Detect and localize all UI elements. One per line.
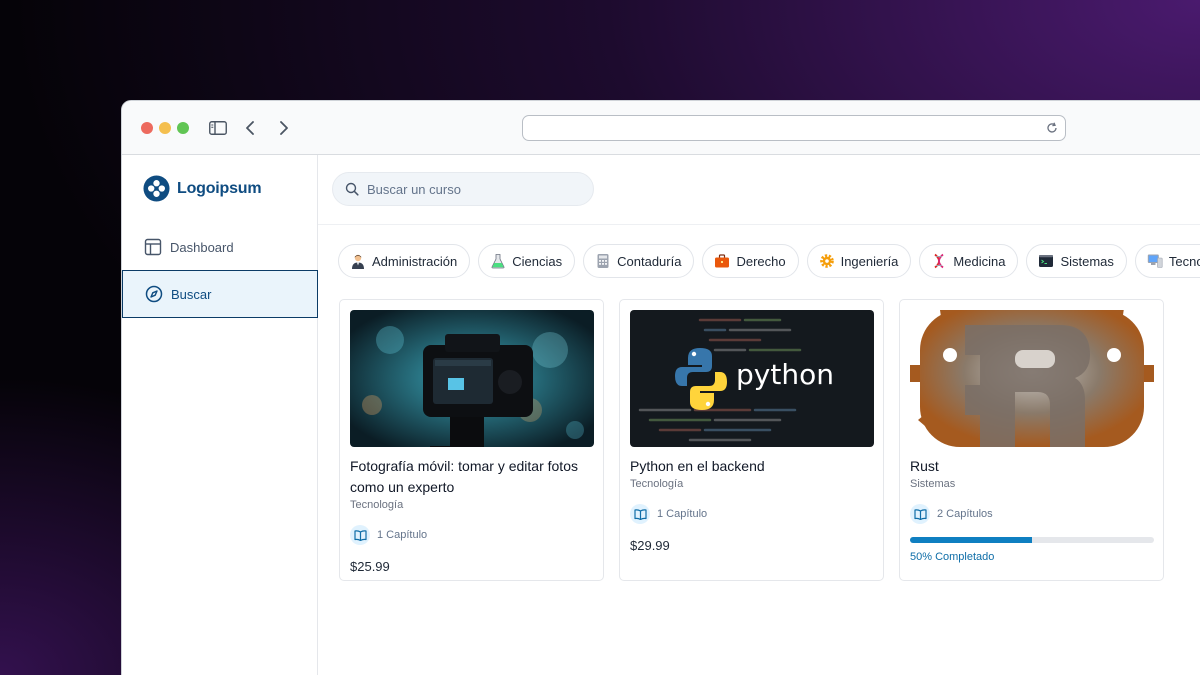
search-input[interactable] <box>367 181 567 197</box>
course-category: Tecnología <box>630 478 684 490</box>
computer-icon <box>1147 254 1163 268</box>
sidebar-item-label: Dashboard <box>170 239 234 255</box>
forward-arrow-icon[interactable] <box>274 118 294 138</box>
course-category: Sistemas <box>910 478 956 490</box>
category-label: Contaduría <box>617 253 682 269</box>
course-progress-fill <box>910 537 1032 543</box>
category-label: Administración <box>372 253 458 269</box>
course-grid: Fotografía móvil: tomar y editar fotos c… <box>339 299 1164 581</box>
course-card[interactable]: python Python en el backend Tecnología 1… <box>619 299 884 581</box>
book-icon <box>910 504 930 524</box>
gear-icon <box>819 254 834 268</box>
search-box[interactable] <box>332 172 594 206</box>
sidebar-item-dashboard[interactable]: Dashboard <box>122 223 318 271</box>
category-chip-medicina[interactable]: Medicina <box>919 244 1019 278</box>
maximize-window-button[interactable] <box>177 122 189 134</box>
category-label: Derecho <box>736 253 786 269</box>
course-title[interactable]: Python en el backend <box>630 456 873 477</box>
course-price: $25.99 <box>350 559 390 574</box>
chapters-count: 2 Capítulos <box>937 508 993 520</box>
flask-icon <box>491 254 505 269</box>
course-thumbnail-python: python <box>630 310 874 447</box>
category-chip-administracion[interactable]: Administración <box>338 244 471 278</box>
chapters-count: 1 Capítulo <box>377 529 428 541</box>
course-card[interactable]: Fotografía móvil: tomar y editar fotos c… <box>339 299 604 581</box>
brand-name: Logoipsum <box>177 179 262 197</box>
book-icon <box>350 525 370 545</box>
chapters-count: 1 Capítulo <box>657 508 708 520</box>
course-title[interactable]: Rust <box>910 456 1153 477</box>
sidebar: Logoipsum Dashboard Buscar <box>122 155 318 675</box>
category-label: Ingeniería <box>840 253 899 269</box>
category-chip-ciencias[interactable]: Ciencias <box>478 244 576 278</box>
course-price: $29.99 <box>630 538 670 553</box>
course-progress-bar <box>910 537 1154 543</box>
sidebar-toggle-icon[interactable] <box>208 118 228 138</box>
logo[interactable]: Logoipsum <box>143 175 262 202</box>
category-label: Ciencias <box>512 253 563 269</box>
browser-window: Logoipsum Dashboard Buscar A <box>121 100 1200 675</box>
briefcase-icon <box>715 254 730 268</box>
compass-icon <box>145 285 163 303</box>
python-logo-text: python <box>736 358 834 391</box>
minimize-window-button[interactable] <box>159 122 171 134</box>
category-chip-sistemas[interactable]: Sistemas <box>1026 244 1127 278</box>
course-card[interactable]: Rust Sistemas 2 Capítulos 50% Completado <box>899 299 1164 581</box>
category-label: Medicina <box>953 253 1006 269</box>
logo-icon <box>143 175 170 202</box>
course-chapters: 2 Capítulos <box>910 504 1153 524</box>
reload-icon[interactable] <box>1045 121 1059 135</box>
sidebar-item-buscar[interactable]: Buscar <box>122 270 318 318</box>
course-chapters: 1 Capítulo <box>350 525 593 545</box>
top-bar <box>318 155 1200 225</box>
layout-icon <box>144 238 162 256</box>
course-thumbnail-camera <box>350 310 594 447</box>
book-icon <box>630 504 650 524</box>
course-title[interactable]: Fotografía móvil: tomar y editar fotos c… <box>350 456 593 498</box>
main-content: Administración Ciencias Contaduría Derec… <box>318 155 1200 675</box>
category-chip-derecho[interactable]: Derecho <box>702 244 799 278</box>
calculator-icon <box>597 254 609 268</box>
terminal-icon <box>1039 255 1054 267</box>
back-arrow-icon[interactable] <box>240 118 260 138</box>
category-label: Sistemas <box>1060 253 1114 269</box>
search-icon <box>345 182 359 196</box>
course-category: Tecnología <box>350 499 404 511</box>
app-layout: Logoipsum Dashboard Buscar A <box>122 155 1200 675</box>
category-chip-ingenieria[interactable]: Ingeniería <box>806 244 912 278</box>
category-filters: Administración Ciencias Contaduría Derec… <box>338 244 1200 278</box>
category-chip-tecnologia[interactable]: Tecnología <box>1134 244 1200 278</box>
category-chip-contaduria[interactable]: Contaduría <box>583 244 695 278</box>
address-bar[interactable] <box>522 115 1066 141</box>
course-thumbnail-rust <box>910 310 1154 447</box>
dna-icon <box>934 253 945 269</box>
browser-titlebar <box>122 101 1200 155</box>
course-progress-label: 50% Completado <box>910 551 995 563</box>
person-icon <box>352 254 364 269</box>
course-chapters: 1 Capítulo <box>630 504 873 524</box>
sidebar-item-label: Buscar <box>171 286 212 302</box>
category-label: Tecnología <box>1168 253 1200 269</box>
close-window-button[interactable] <box>141 122 153 134</box>
